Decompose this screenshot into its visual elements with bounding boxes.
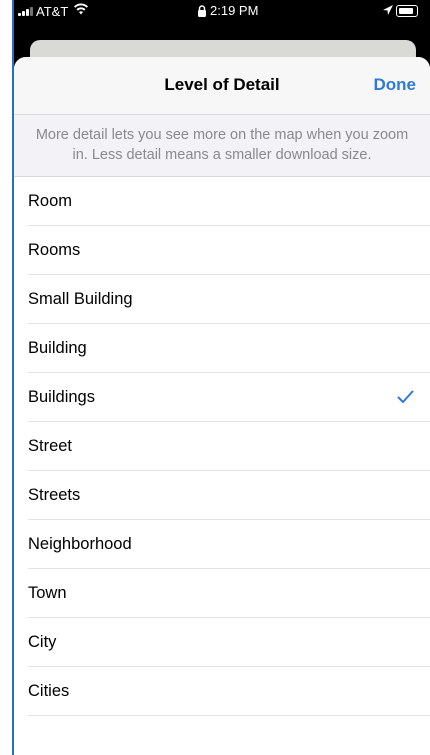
option-label: Neighborhood: [28, 535, 132, 553]
clock: 2:19 PM: [210, 3, 259, 18]
signal-icon: [18, 7, 33, 16]
option-city[interactable]: City: [14, 618, 430, 667]
carrier-label: AT&T: [36, 4, 69, 19]
option-label: Cities: [28, 682, 70, 700]
level-of-detail-sheet: Level of Detail Done More detail lets yo…: [14, 57, 430, 755]
detail-options-list: Room Rooms Small Building Building Buildings…: [14, 177, 430, 716]
option-buildings[interactable]: Buildings: [14, 373, 430, 422]
time-group: 2:19 PM: [197, 3, 258, 18]
option-rooms[interactable]: Rooms: [14, 226, 430, 275]
option-label: Rooms: [28, 241, 81, 259]
window-edge: [0, 0, 14, 755]
checkmark-icon: [397, 390, 414, 403]
option-label: Street: [28, 437, 73, 455]
option-small-building[interactable]: Small Building: [14, 275, 430, 324]
option-label: Town: [28, 584, 67, 602]
option-label: Buildings: [28, 388, 95, 406]
option-room[interactable]: Room: [14, 177, 430, 226]
option-label: Streets: [28, 486, 81, 504]
lock-icon: [198, 4, 206, 17]
option-label: Room: [28, 192, 73, 210]
option-street[interactable]: Street: [14, 422, 430, 471]
page-title: Level of Detail: [164, 75, 280, 94]
navigation-bar: Level of Detail Done: [14, 57, 430, 115]
option-streets[interactable]: Streets: [14, 471, 430, 520]
status-bar: AT&T 2:19 PM: [14, 0, 430, 22]
option-cities[interactable]: Cities: [14, 667, 430, 716]
description-text: More detail lets you see more on the map…: [14, 115, 430, 177]
location-arrow-icon: [383, 5, 393, 15]
option-label: City: [28, 633, 57, 651]
option-town[interactable]: Town: [14, 569, 430, 618]
option-building[interactable]: Building: [14, 324, 430, 373]
wifi-icon: [74, 3, 88, 15]
option-label: Small Building: [28, 290, 133, 308]
done-button[interactable]: Done: [374, 75, 417, 95]
option-neighborhood[interactable]: Neighborhood: [14, 520, 430, 569]
option-label: Building: [28, 339, 87, 357]
battery-icon: [396, 5, 418, 17]
phone-screen: AT&T 2:19 PM Level of Detail Done More d…: [14, 0, 430, 755]
